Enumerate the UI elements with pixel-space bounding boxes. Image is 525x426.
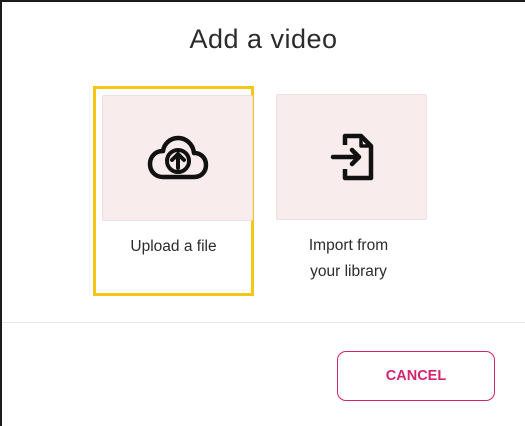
upload-file-tile[interactable]: [102, 95, 253, 221]
dialog-title: Add a video: [189, 24, 338, 54]
footer-divider: [2, 322, 525, 323]
add-video-dialog: Add a video Upload a file Import from yo…: [0, 0, 525, 426]
file-import-icon: [330, 133, 373, 181]
import-library-tile[interactable]: [276, 94, 427, 220]
cancel-button[interactable]: CANCEL: [337, 351, 495, 401]
import-library-label: Import from your library: [268, 233, 429, 285]
import-library-option[interactable]: Import from your library: [268, 86, 429, 296]
upload-file-label: Upload a file: [130, 238, 217, 255]
import-label-line2: your library: [310, 263, 387, 280]
upload-file-option[interactable]: Upload a file: [93, 86, 254, 296]
cloud-upload-icon: [147, 135, 208, 180]
import-label-line1: Import from: [308, 237, 389, 254]
